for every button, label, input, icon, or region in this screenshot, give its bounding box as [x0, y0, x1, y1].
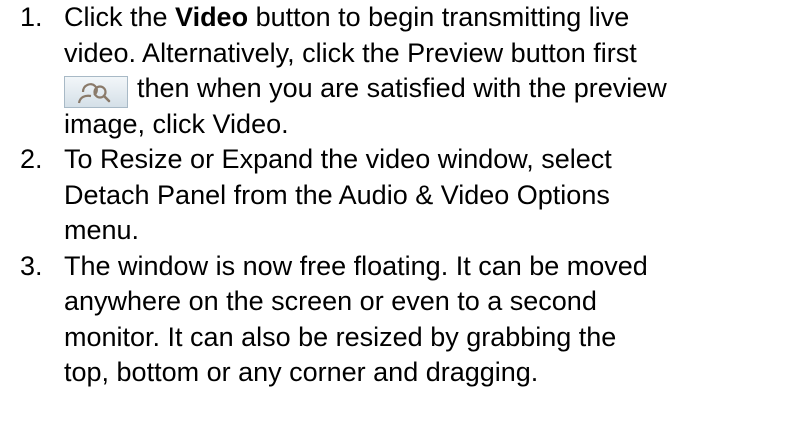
step-number: 1. [20, 2, 43, 32]
step-2-line-3: menu. [64, 215, 140, 245]
step-1-line-1: Click the Video button to begin transmit… [64, 0, 629, 36]
step-2-line-2: Detach Panel from the Audio & Video Opti… [64, 179, 610, 210]
step-3-line-3: monitor. It can also be resized by grabb… [64, 321, 617, 352]
step-1-line-2: video. Alternatively, click the Preview … [64, 37, 637, 68]
step-number: 3. [20, 250, 43, 281]
step-3-line-2: anywhere on the screen or even to a seco… [64, 286, 597, 316]
step-2-line-1: To Resize or Expand the video window, se… [64, 144, 612, 174]
step-3-line-1: The window is now free floating. It can … [64, 250, 648, 281]
step-1-text-suffix: button to begin transmitting live [248, 2, 630, 32]
preview-person-magnifier-icon [77, 83, 111, 104]
step-number: 2. [20, 144, 43, 174]
preview-button-image [64, 76, 128, 108]
step-1-line-4: image, click Video. [64, 108, 289, 139]
instruction-document: 1. Click the Video button to begin trans… [0, 0, 799, 424]
video-bold-label: Video [175, 2, 249, 32]
step-3-line-4: top, bottom or any corner and dragging. [64, 357, 539, 387]
step-1-text-prefix: Click the [64, 2, 176, 32]
step-1-line-3: then when you are satisfied with the pre… [137, 73, 667, 103]
